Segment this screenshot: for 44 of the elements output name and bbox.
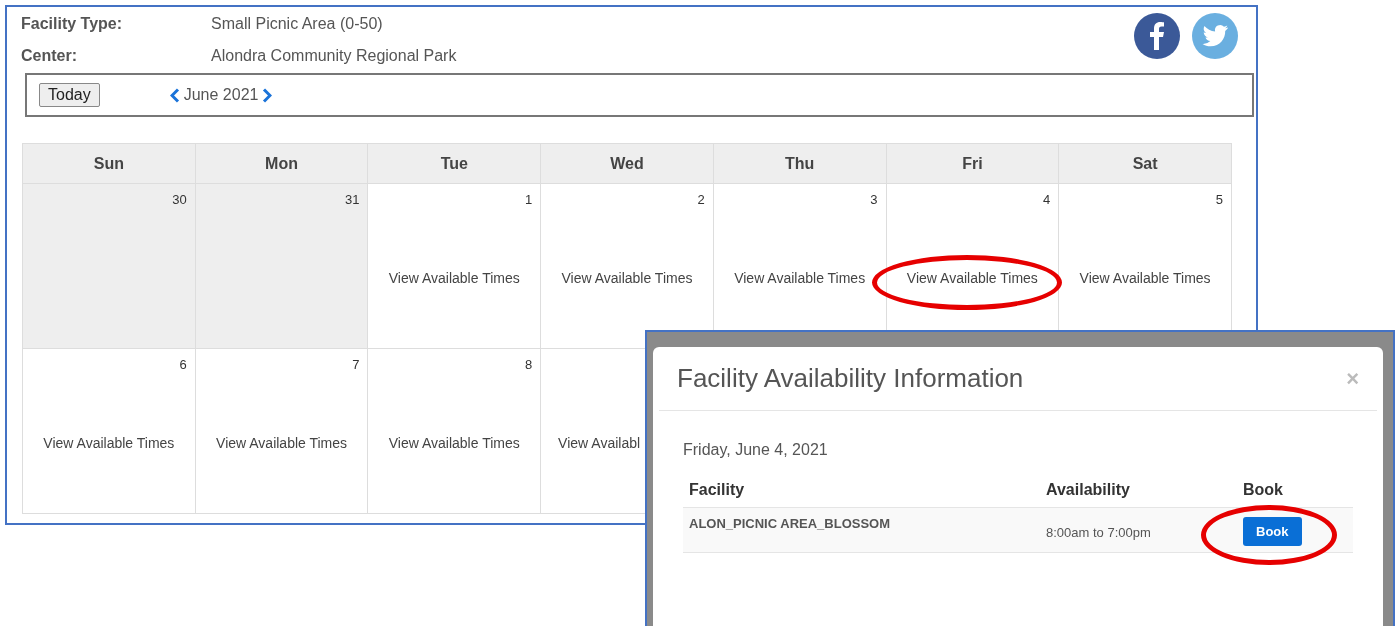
date-label: Friday, June 4, 2021 <box>683 441 829 459</box>
weekday-header: Fri <box>886 143 1059 184</box>
weekday-header: Sun <box>22 143 196 184</box>
table-cell: 8:00am to 7:00pm <box>1040 507 1237 553</box>
today-button[interactable]: Today <box>39 83 100 107</box>
day-number: 31 <box>344 192 360 207</box>
view-times-link[interactable]: View Availabl <box>558 435 641 451</box>
weekday-header: Mon <box>195 143 368 184</box>
day-number: 3 <box>870 192 878 207</box>
view-times-link[interactable]: View Available Times <box>906 270 1038 286</box>
column-header: Book <box>1242 481 1284 500</box>
view-times-link[interactable]: View Available Times <box>388 435 520 451</box>
view-times-link[interactable]: View Available Times <box>388 270 520 286</box>
month-label: June 2021 <box>183 86 259 104</box>
view-times-link[interactable]: View Available Times <box>43 435 175 451</box>
view-times-link[interactable]: View Available Times <box>561 270 693 286</box>
field-value: Alondra Community Regional Park <box>211 47 458 65</box>
day-number: 1 <box>524 192 533 207</box>
chevron-left-icon[interactable] <box>169 87 180 103</box>
bird-icon[interactable] <box>1192 13 1238 59</box>
field-label: Facility Type: <box>21 15 124 33</box>
day-number: 6 <box>179 357 187 372</box>
column-header: Facility <box>688 481 746 500</box>
view-times-link[interactable]: View Available Times <box>216 435 348 451</box>
day-number: 8 <box>524 357 533 372</box>
table-cell: ALON_PICNIC AREA_BLOSSOM <box>683 507 1040 553</box>
chevron-right-icon[interactable] <box>262 87 273 103</box>
weekday-header: Tue <box>367 143 541 184</box>
view-times-link[interactable]: View Available Times <box>734 270 866 286</box>
weekday-header: Thu <box>713 143 886 184</box>
day-number: 30 <box>172 192 187 207</box>
modal-title: Facility Availability Information <box>677 363 1024 394</box>
day-number: 5 <box>1215 192 1223 207</box>
day-number: 4 <box>1043 192 1051 207</box>
weekday-header: Wed <box>540 143 714 184</box>
field-label: Center: <box>21 47 78 65</box>
column-header: Availability <box>1045 481 1131 500</box>
day-number: 2 <box>697 192 705 207</box>
book-button[interactable]: Book <box>1243 517 1302 546</box>
view-times-link[interactable]: View Available Times <box>1079 270 1211 286</box>
weekday-header: Sat <box>1058 143 1232 184</box>
day-number: 7 <box>352 357 360 372</box>
field-value: Small Picnic Area (0-50) <box>211 15 384 33</box>
facebook-icon[interactable] <box>1134 13 1180 59</box>
